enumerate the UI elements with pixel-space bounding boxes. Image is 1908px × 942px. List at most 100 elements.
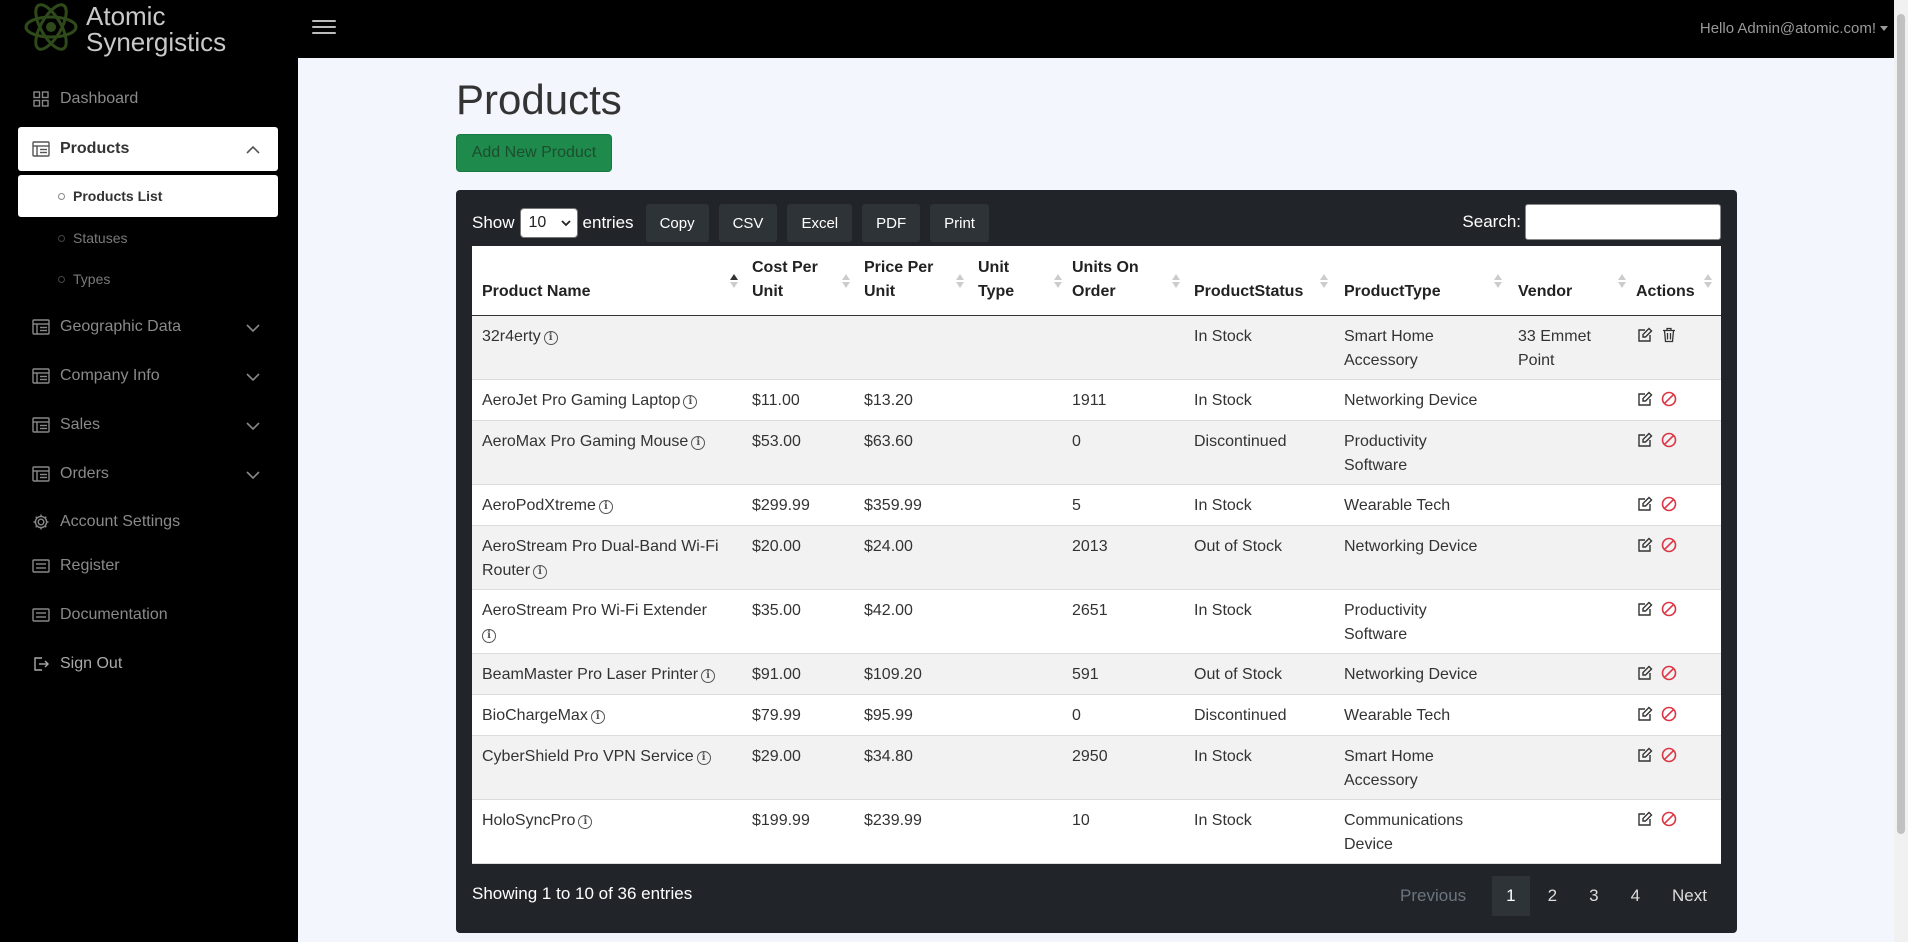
sidebar-item-register[interactable]: Register [18, 544, 278, 588]
circle-icon [58, 192, 65, 200]
list-icon [32, 557, 50, 575]
ban-icon[interactable] [1660, 536, 1678, 554]
sidebar-subitem-label: Statuses [73, 230, 128, 246]
cell-type: Networking Device [1344, 389, 1477, 413]
type-text: Communications [1344, 812, 1464, 829]
pagination-page-1[interactable]: 1 [1492, 876, 1530, 916]
pagination-previous[interactable]: Previous [1386, 876, 1480, 916]
info-icon[interactable]: i [543, 331, 558, 345]
edit-icon[interactable] [1636, 600, 1654, 618]
col-header-unit-type[interactable]: Unit Type [978, 246, 1066, 316]
table-row: AeroJet Pro Gaming Laptop i $11.00 $13.20 19… [472, 380, 1721, 421]
col-header-cost-per-unit[interactable]: Cost Per Unit [752, 246, 854, 316]
excel-button[interactable]: Excel [787, 204, 853, 242]
info-icon[interactable]: i [701, 669, 716, 683]
ban-icon[interactable] [1660, 390, 1678, 408]
edit-icon[interactable] [1636, 431, 1654, 449]
cell-type: Networking Device [1344, 663, 1477, 687]
ban-icon[interactable] [1660, 495, 1678, 513]
chevron-down-icon [246, 467, 260, 485]
copy-button[interactable]: Copy [645, 204, 709, 242]
edit-icon[interactable] [1636, 664, 1654, 682]
type-text: Wearable Tech [1344, 497, 1451, 514]
edit-icon[interactable] [1636, 810, 1654, 828]
ban-icon[interactable] [1660, 705, 1678, 723]
sort-asc-icon [730, 274, 738, 288]
col-header-actions[interactable]: Actions [1636, 246, 1716, 316]
edit-icon[interactable] [1636, 390, 1654, 408]
col-header-product-status[interactable]: ProductStatus [1194, 246, 1332, 316]
edit-icon[interactable] [1636, 495, 1654, 513]
info-icon[interactable]: i [533, 565, 548, 579]
table-icon [32, 318, 50, 336]
pdf-button[interactable]: PDF [862, 204, 921, 242]
row-actions [1636, 536, 1678, 554]
product-name-text: AeroStream Pro Dual-Band Wi-Fi [482, 538, 719, 555]
ban-icon[interactable] [1660, 600, 1678, 618]
sidebar-item-documentation[interactable]: Documentation [18, 593, 278, 637]
col-header-label: Units On [1072, 259, 1139, 276]
cell-product-name: AeroJet Pro Gaming Laptop i [482, 389, 747, 413]
sidebar-item-label: Register [60, 557, 120, 574]
ban-icon[interactable] [1660, 810, 1678, 828]
info-icon[interactable]: i [482, 629, 496, 643]
sidebar-item-label: Company Info [60, 367, 160, 384]
cell-product-name: AeroStream Pro Dual-Band Wi-Fi Router i [482, 535, 747, 583]
trash-icon[interactable] [1660, 326, 1678, 344]
sidebar-item-sales[interactable]: Sales [18, 403, 278, 447]
scrollbar-thumb[interactable] [1897, 14, 1905, 834]
ban-icon[interactable] [1660, 431, 1678, 449]
page-scrollbar[interactable] [1894, 0, 1908, 942]
pagination-page-4[interactable]: 4 [1617, 876, 1654, 916]
sort-icon [1054, 274, 1062, 288]
edit-icon[interactable] [1636, 326, 1654, 344]
sidebar-item-products[interactable]: Products [18, 127, 278, 171]
row-actions [1636, 326, 1678, 344]
search-input[interactable] [1525, 204, 1721, 240]
sidebar-subitem-types[interactable]: Types [18, 258, 278, 300]
user-menu[interactable]: Hello Admin@atomic.com! [1700, 20, 1888, 37]
table-row: 32r4erty i In Stock Smart Home Accessory 33 E… [472, 316, 1721, 380]
info-icon[interactable]: i [691, 436, 706, 450]
col-header-units-on-order[interactable]: Units On Order [1072, 246, 1184, 316]
info-icon[interactable]: i [578, 815, 593, 829]
ban-icon[interactable] [1660, 664, 1678, 682]
pagination-page-3[interactable]: 3 [1575, 876, 1612, 916]
col-header-product-type[interactable]: ProductType [1344, 246, 1506, 316]
sidebar-item-orders[interactable]: Orders [18, 452, 278, 496]
info-icon[interactable]: i [683, 395, 698, 409]
info-icon[interactable]: i [590, 710, 605, 724]
info-icon[interactable]: i [598, 500, 613, 514]
sidebar-item-label: Account Settings [60, 513, 181, 530]
edit-icon[interactable] [1636, 705, 1654, 723]
menu-toggle-icon[interactable] [312, 16, 336, 40]
ban-icon[interactable] [1660, 746, 1678, 764]
brand-logo[interactable]: Atomic Synergistics [0, 0, 298, 58]
sidebar-item-sign-out[interactable]: Sign Out [18, 642, 278, 686]
pagination-page-2[interactable]: 2 [1534, 876, 1571, 916]
sidebar-item-dashboard[interactable]: Dashboard [18, 77, 278, 121]
col-header-label: ProductType [1344, 283, 1441, 300]
page-title: Products [456, 76, 622, 123]
col-header-price-per-unit[interactable]: Price Per Unit [864, 246, 968, 316]
col-header-product-name[interactable]: Product Name [482, 246, 742, 316]
cell-units-on-order: 2651 [1072, 602, 1108, 619]
add-new-product-button[interactable]: Add New Product [456, 134, 612, 172]
sidebar-subitem-products-list[interactable]: Products List [18, 175, 278, 217]
page-length-select[interactable]: 10 [519, 208, 578, 238]
product-name-text: AeroStream Pro Wi-Fi Extender [482, 602, 707, 619]
sort-icon [842, 274, 850, 288]
sidebar-subitem-statuses[interactable]: Statuses [18, 217, 278, 259]
edit-icon[interactable] [1636, 746, 1654, 764]
sidebar-item-company-info[interactable]: Company Info [18, 354, 278, 398]
pagination-next[interactable]: Next [1658, 876, 1721, 916]
cell-product-name: AeroPodXtreme i [482, 494, 747, 518]
edit-icon[interactable] [1636, 536, 1654, 554]
info-icon[interactable]: i [696, 751, 711, 765]
sidebar-subitem-label: Types [73, 271, 111, 287]
sidebar-item-geographic-data[interactable]: Geographic Data [18, 305, 278, 349]
col-header-vendor[interactable]: Vendor [1518, 246, 1630, 316]
sidebar-item-account-settings[interactable]: Account Settings [18, 500, 278, 544]
csv-button[interactable]: CSV [718, 204, 778, 242]
print-button[interactable]: Print [930, 204, 989, 242]
